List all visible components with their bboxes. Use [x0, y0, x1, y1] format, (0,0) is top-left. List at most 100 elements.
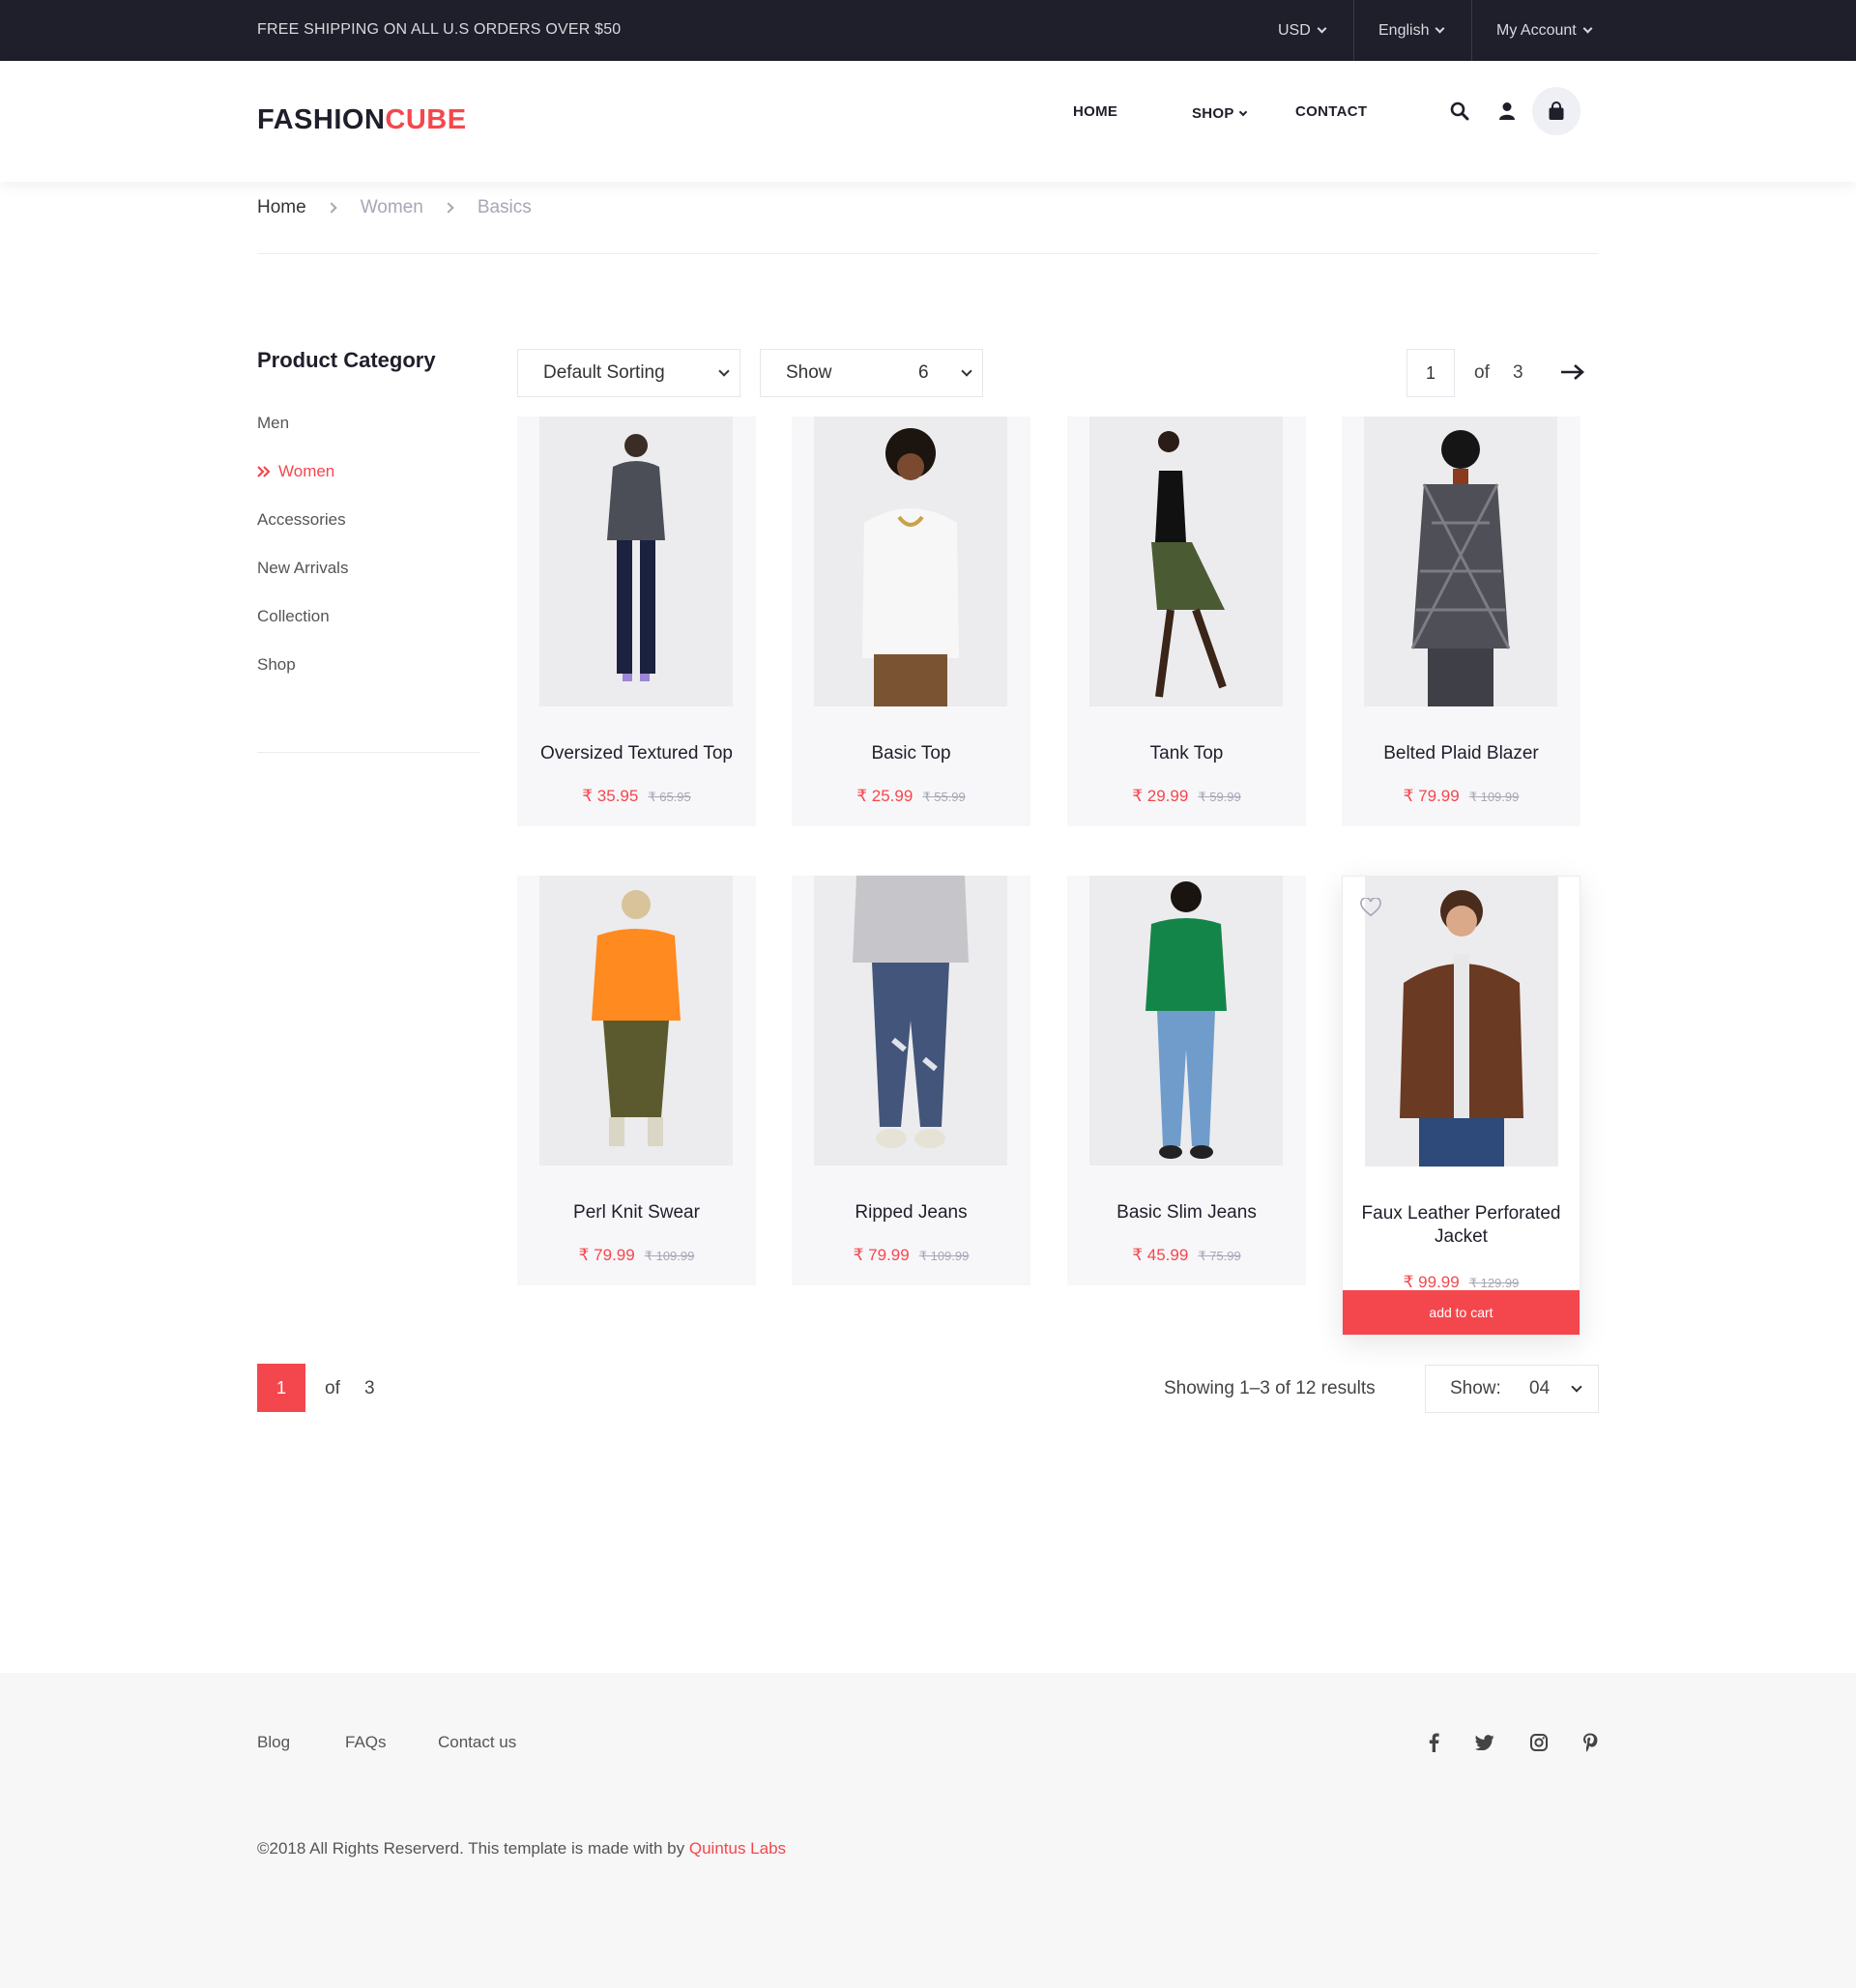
nav-home[interactable]: HOME — [1073, 103, 1117, 120]
chevron-down-icon — [1317, 23, 1327, 34]
product-price: ₹ 45.99 — [1132, 1246, 1189, 1264]
chevron-down-icon — [718, 365, 730, 377]
category-shop[interactable]: Shop — [257, 655, 296, 675]
product-prices: ₹ 79.99 ₹ 109.99 — [517, 1246, 756, 1265]
arrow-right-icon[interactable] — [1560, 363, 1585, 381]
product-name: Perl Knit Swear — [573, 1202, 700, 1223]
per-page-select[interactable]: Show: 04 — [1425, 1365, 1599, 1413]
user-icon[interactable] — [1495, 100, 1519, 123]
product-price: ₹ 25.99 — [856, 787, 914, 805]
nav-contact-label: CONTACT — [1295, 103, 1368, 120]
product-card[interactable]: Basic Slim Jeans ₹ 45.99 ₹ 75.99 — [1067, 876, 1306, 1285]
currency-label: USD — [1278, 21, 1311, 39]
divider — [1471, 0, 1472, 61]
logo[interactable]: FASHIONCUBE — [257, 104, 467, 136]
product-image — [539, 876, 733, 1166]
chevron-right-icon — [443, 202, 454, 214]
divider — [1353, 0, 1354, 61]
product-prices: ₹ 99.99 ₹ 129.99 — [1343, 1273, 1580, 1292]
product-image — [814, 876, 1007, 1166]
language-label: English — [1378, 21, 1430, 39]
nav-shop[interactable]: SHOP — [1192, 105, 1247, 122]
nav-contact[interactable]: CONTACT — [1295, 103, 1367, 120]
product-card[interactable]: Belted Plaid Blazer ₹ 79.99 ₹ 109.99 — [1342, 417, 1580, 826]
product-image — [1089, 876, 1283, 1166]
logo-text-cube: CUBE — [385, 104, 467, 135]
category-label: Collection — [257, 607, 330, 625]
footer-link-blog[interactable]: Blog — [257, 1733, 290, 1752]
product-card[interactable]: Basic Top ₹ 25.99 ₹ 55.99 — [792, 417, 1030, 826]
product-name: Faux Leather Perforated Jacket — [1361, 1203, 1561, 1247]
account-dropdown[interactable]: My Account — [1496, 0, 1593, 61]
product-prices: ₹ 79.99 ₹ 109.99 — [792, 1246, 1030, 1265]
product-old-price: ₹ 109.99 — [1468, 790, 1520, 804]
search-icon[interactable] — [1448, 100, 1471, 123]
site-header: FASHIONCUBE HOME SHOP CONTACT — [0, 61, 1856, 182]
category-label: New Arrivals — [257, 559, 349, 577]
breadcrumb-basics: Basics — [477, 197, 532, 217]
double-chevron-right-icon — [257, 466, 271, 477]
facebook-icon[interactable] — [1422, 1731, 1445, 1754]
cart-button[interactable] — [1532, 87, 1580, 135]
product-card[interactable]: Ripped Jeans ₹ 79.99 ₹ 109.99 — [792, 876, 1030, 1285]
category-label: Accessories — [257, 510, 346, 529]
sorting-select[interactable]: Default Sorting — [517, 349, 740, 397]
product-image — [1365, 877, 1558, 1167]
category-collection[interactable]: Collection — [257, 607, 330, 626]
category-men[interactable]: Men — [257, 414, 289, 433]
add-to-cart-button[interactable]: add to cart — [1343, 1290, 1580, 1335]
per-page-label: Show: — [1450, 1378, 1501, 1398]
chevron-down-icon — [1582, 23, 1593, 34]
product-image — [539, 417, 733, 706]
product-old-price: ₹ 59.99 — [1198, 790, 1241, 804]
instagram-icon[interactable] — [1527, 1731, 1551, 1754]
product-price: ₹ 35.95 — [582, 787, 639, 805]
nav-home-label: HOME — [1073, 103, 1118, 120]
product-price: ₹ 79.99 — [578, 1246, 635, 1264]
product-old-price: ₹ 129.99 — [1468, 1276, 1520, 1290]
product-price: ₹ 79.99 — [1403, 787, 1460, 805]
top-bar: FREE SHIPPING ON ALL U.S ORDERS OVER $50… — [0, 0, 1856, 61]
product-name: Basic Slim Jeans — [1116, 1202, 1257, 1223]
product-price: ₹ 29.99 — [1132, 787, 1189, 805]
category-label: Men — [257, 414, 290, 432]
shipping-notice: FREE SHIPPING ON ALL U.S ORDERS OVER $50 — [257, 21, 622, 38]
show-count-select[interactable]: Show 6 — [760, 349, 983, 397]
page-1-button[interactable]: 1 — [257, 1364, 305, 1412]
breadcrumb-home[interactable]: Home — [257, 197, 306, 218]
twitter-icon[interactable] — [1473, 1731, 1496, 1754]
product-prices: ₹ 29.99 ₹ 59.99 — [1067, 787, 1306, 806]
product-prices: ₹ 79.99 ₹ 109.99 — [1342, 787, 1580, 806]
language-dropdown[interactable]: English — [1378, 0, 1445, 61]
product-name: Belted Plaid Blazer — [1383, 743, 1539, 764]
category-new-arrivals[interactable]: New Arrivals — [257, 559, 348, 578]
product-card[interactable]: Perl Knit Swear ₹ 79.99 ₹ 109.99 — [517, 876, 756, 1285]
credit-link[interactable]: Quintus Labs — [689, 1839, 786, 1858]
heart-icon[interactable] — [1360, 898, 1381, 917]
breadcrumb-women[interactable]: Women — [361, 197, 423, 218]
product-name: Oversized Textured Top — [540, 743, 733, 764]
product-card[interactable]: Oversized Textured Top ₹ 35.95 ₹ 65.95 — [517, 417, 756, 826]
currency-dropdown[interactable]: USD — [1278, 0, 1327, 61]
show-value: 6 — [918, 362, 929, 383]
show-label: Show — [786, 362, 832, 383]
category-accessories[interactable]: Accessories — [257, 510, 346, 530]
product-name: Basic Top — [871, 743, 951, 764]
breadcrumb: Home Women Basics — [257, 197, 532, 218]
product-card[interactable]: Tank Top ₹ 29.99 ₹ 59.99 — [1067, 417, 1306, 826]
product-card-hovered[interactable]: Faux Leather Perforated Jacket ₹ 99.99 ₹ … — [1342, 876, 1580, 1336]
chevron-down-icon — [1571, 1381, 1582, 1393]
page-of-label: of — [1474, 362, 1490, 383]
product-image — [1364, 417, 1557, 706]
page-number-input[interactable]: 1 — [1406, 349, 1455, 397]
copyright-text: ©2018 All Rights Reserverd. This templat… — [257, 1839, 689, 1858]
product-image — [814, 417, 1007, 706]
category-women[interactable]: Women — [257, 462, 334, 481]
pinterest-icon[interactable] — [1579, 1731, 1602, 1754]
site-footer — [0, 1673, 1856, 1988]
footer-link-contact[interactable]: Contact us — [438, 1733, 516, 1752]
product-name: Ripped Jeans — [855, 1202, 968, 1223]
product-price: ₹ 79.99 — [853, 1246, 910, 1264]
footer-link-faqs[interactable]: FAQs — [345, 1733, 387, 1752]
page-total: 3 — [1513, 362, 1523, 383]
